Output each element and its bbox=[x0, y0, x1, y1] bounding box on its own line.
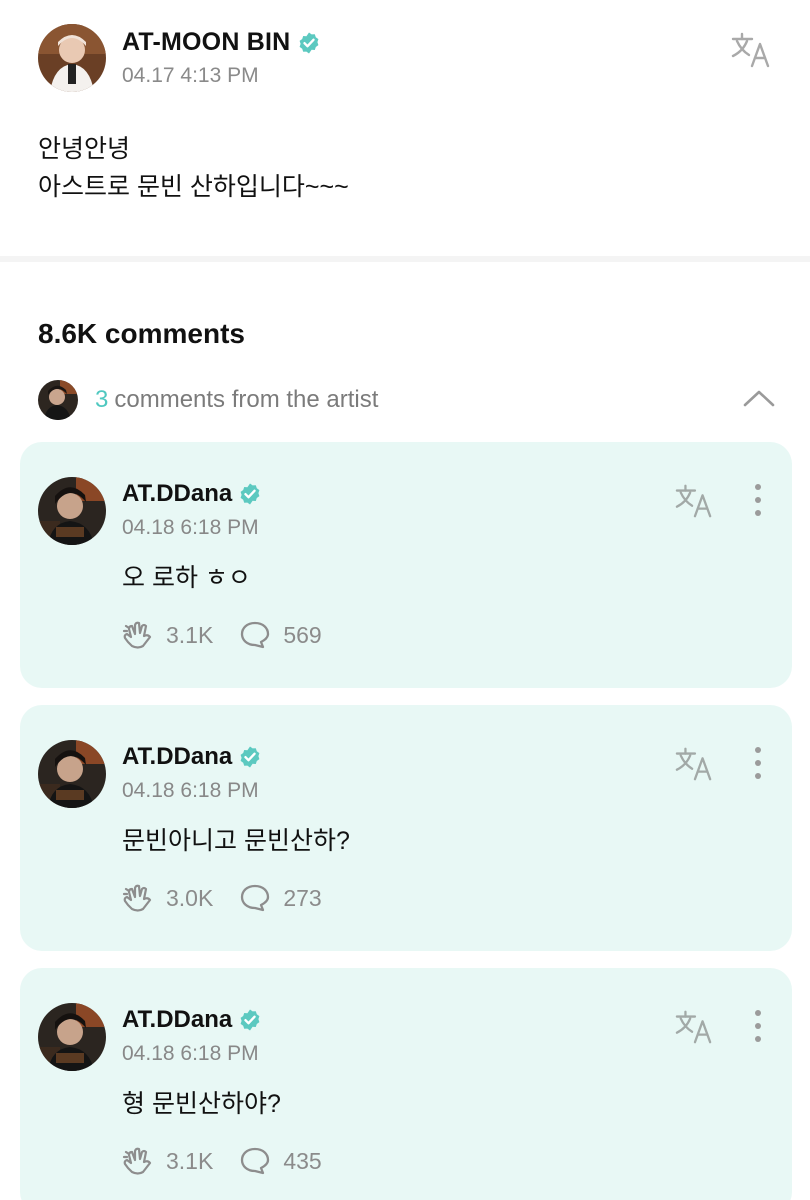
verified-badge-icon bbox=[299, 32, 319, 53]
comment-author-name-text: AT.DDana bbox=[122, 1006, 233, 1033]
artist-comments-label: 3 comments from the artist bbox=[95, 386, 378, 414]
comment-timestamp: 04.18 6:18 PM bbox=[122, 516, 259, 539]
chevron-up-icon[interactable] bbox=[742, 386, 776, 410]
like-count: 3.1K bbox=[166, 621, 214, 648]
comment-author-name[interactable]: AT.DDana bbox=[122, 1006, 262, 1034]
comment-card[interactable]: AT.DDana 04.18 6:18 PM 오 로하 ㅎㅇ 3.1K 569 bbox=[20, 442, 792, 688]
like-count: 3.1K bbox=[166, 1147, 214, 1174]
translate-icon[interactable] bbox=[674, 482, 714, 520]
artist-comments-text: comments from the artist bbox=[114, 386, 379, 413]
speech-bubble-icon[interactable] bbox=[239, 883, 271, 913]
verified-badge-icon bbox=[240, 483, 260, 505]
reply-count: 435 bbox=[283, 1147, 322, 1174]
comment-text: 형 문빈산하야? bbox=[122, 1090, 281, 1118]
translate-icon[interactable] bbox=[674, 745, 714, 783]
comment-author-avatar[interactable] bbox=[38, 1003, 106, 1071]
comment-actions: 3.1K 435 bbox=[122, 1146, 322, 1176]
comment-author-name-text: AT.DDana bbox=[122, 480, 233, 507]
comment-timestamp: 04.18 6:18 PM bbox=[122, 1042, 259, 1065]
speech-bubble-icon[interactable] bbox=[239, 620, 271, 650]
post-header: AT-MOON BIN 04.17 4:13 PM bbox=[38, 24, 778, 94]
comment-author-name-text: AT.DDana bbox=[122, 743, 233, 770]
speech-bubble-icon[interactable] bbox=[239, 1146, 271, 1176]
comment-author-avatar[interactable] bbox=[38, 740, 106, 808]
post-author-avatar[interactable] bbox=[38, 24, 106, 92]
verified-badge-icon bbox=[240, 746, 260, 768]
post-timestamp: 04.17 4:13 PM bbox=[122, 64, 259, 87]
verified-badge-icon bbox=[240, 1009, 260, 1031]
cheer-hand-icon[interactable] bbox=[122, 1146, 154, 1176]
artist-comments-toggle[interactable]: 3 comments from the artist bbox=[38, 380, 778, 420]
translate-icon[interactable] bbox=[730, 30, 772, 70]
post-body-line: 아스트로 문빈 산하입니다~~~ bbox=[38, 173, 349, 201]
post-author-name-text: AT-MOON BIN bbox=[122, 28, 291, 56]
cheer-hand-icon[interactable] bbox=[122, 620, 154, 650]
comment-actions: 3.0K 273 bbox=[122, 883, 322, 913]
artist-avatar bbox=[38, 380, 78, 420]
more-vertical-icon[interactable] bbox=[748, 1008, 768, 1044]
comment-author-name[interactable]: AT.DDana bbox=[122, 743, 262, 771]
cheer-hand-icon[interactable] bbox=[122, 883, 154, 913]
post-body-line: 안녕안녕 bbox=[38, 135, 131, 163]
comment-author-avatar[interactable] bbox=[38, 477, 106, 545]
comment-card[interactable]: AT.DDana 04.18 6:18 PM 문빈아니고 문빈산하? 3.0K … bbox=[20, 705, 792, 951]
comment-text: 문빈아니고 문빈산하? bbox=[122, 827, 350, 855]
like-count: 3.0K bbox=[166, 884, 214, 911]
comment-text: 오 로하 ㅎㅇ bbox=[122, 564, 251, 592]
translate-icon[interactable] bbox=[674, 1008, 714, 1046]
comments-count-heading: 8.6K comments bbox=[38, 318, 245, 349]
comment-card[interactable]: AT.DDana 04.18 6:18 PM 형 문빈산하야? 3.1K 435 bbox=[20, 968, 792, 1200]
section-divider bbox=[0, 256, 810, 262]
post-body: 안녕안녕 아스트로 문빈 산하입니다~~~ bbox=[38, 130, 349, 206]
post-author-name[interactable]: AT-MOON BIN bbox=[122, 28, 321, 57]
reply-count: 569 bbox=[283, 621, 322, 648]
comment-timestamp: 04.18 6:18 PM bbox=[122, 779, 259, 802]
reply-count: 273 bbox=[283, 884, 322, 911]
more-vertical-icon[interactable] bbox=[748, 745, 768, 781]
comment-author-name[interactable]: AT.DDana bbox=[122, 480, 262, 508]
comment-actions: 3.1K 569 bbox=[122, 620, 322, 650]
artist-comments-count: 3 bbox=[95, 386, 109, 413]
more-vertical-icon[interactable] bbox=[748, 482, 768, 518]
